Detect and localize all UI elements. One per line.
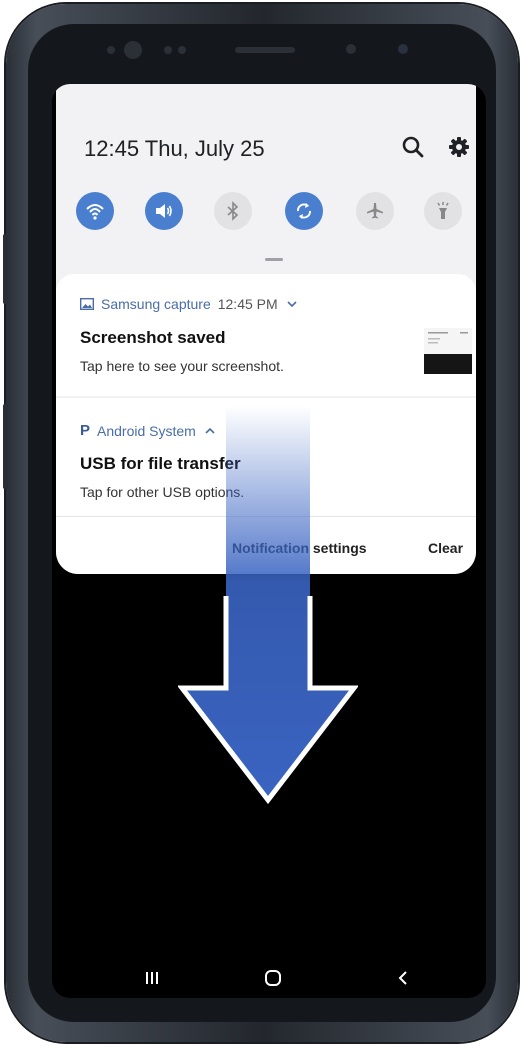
phone-frame: 12:45 Thu, July 25 Samsung capture 12:45… (3, 4, 518, 1042)
chevron-down-icon[interactable] (286, 299, 298, 309)
back-button[interactable] (384, 960, 424, 996)
rotate-icon (297, 203, 311, 219)
recents-button[interactable] (132, 960, 172, 996)
search-icon[interactable] (400, 134, 426, 160)
auto-rotate-toggle[interactable] (285, 192, 323, 230)
sensor-dot (107, 46, 115, 54)
gear-icon[interactable] (446, 134, 472, 160)
wifi-toggle[interactable] (76, 192, 114, 230)
wifi-icon (86, 204, 104, 220)
airplane-mode-toggle[interactable] (356, 192, 394, 230)
flashlight-toggle[interactable] (424, 192, 462, 230)
bluetooth-icon (227, 201, 239, 221)
front-camera (124, 41, 142, 59)
bixby-button (3, 404, 8, 489)
sensor-dot (178, 46, 186, 54)
bluetooth-toggle[interactable] (214, 192, 252, 230)
notification-app-row: Samsung capture 12:45 PM (80, 296, 298, 312)
status-time-date: 12:45 Thu, July 25 (84, 136, 265, 161)
volume-button (3, 234, 8, 304)
home-button[interactable] (253, 960, 293, 996)
swipe-down-arrow-icon (178, 406, 358, 805)
phone-screen: 12:45 Thu, July 25 Samsung capture 12:45… (52, 84, 486, 998)
back-icon (398, 971, 407, 985)
navigation-bar (52, 960, 486, 998)
sound-toggle[interactable] (145, 192, 183, 230)
panel-drag-handle[interactable] (265, 258, 283, 261)
notification-text: Tap here to see your screenshot. (80, 358, 284, 374)
proximity-sensor (346, 44, 356, 54)
home-icon (265, 970, 281, 986)
earpiece-speaker (235, 47, 295, 53)
gallery-icon (80, 298, 94, 310)
screenshot-thumbnail[interactable] (424, 328, 472, 374)
android-system-icon: P (80, 422, 91, 439)
clear-button[interactable]: Clear (428, 540, 463, 556)
speaker-icon (156, 204, 172, 218)
iris-sensor (398, 44, 408, 54)
notification-time: 12:45 PM (217, 296, 278, 312)
recents-icon (146, 972, 158, 984)
sensor-dot (164, 46, 172, 54)
notification-app-name: Samsung capture (101, 296, 211, 312)
notification-title: Screenshot saved (80, 328, 226, 347)
flashlight-icon (437, 202, 449, 219)
airplane-icon (367, 203, 383, 219)
